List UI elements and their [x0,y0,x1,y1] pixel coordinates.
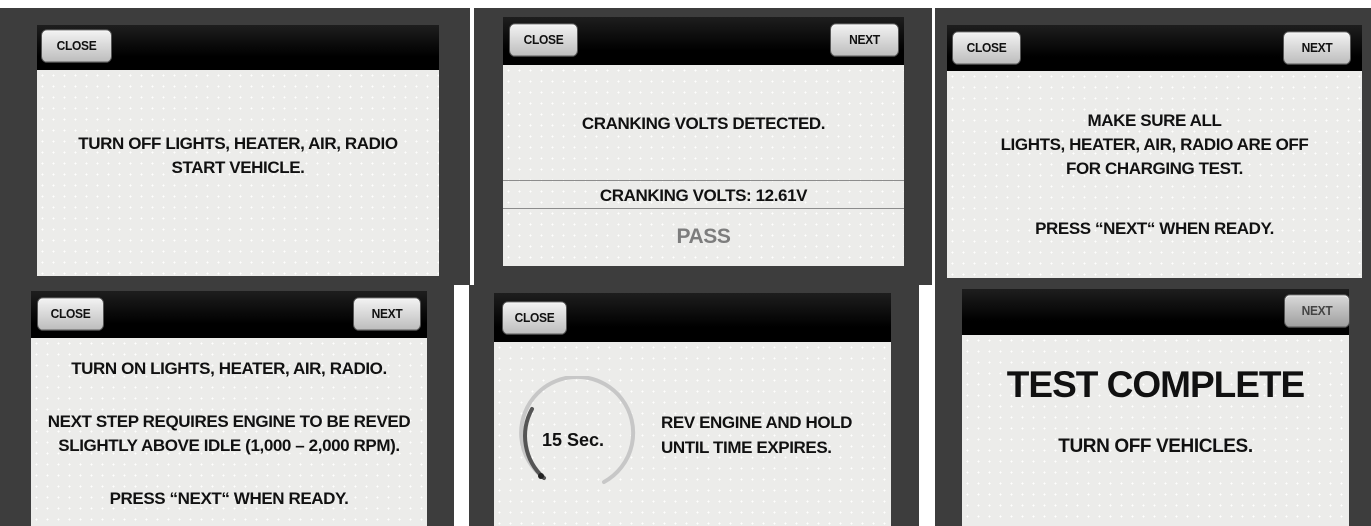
close-button[interactable]: CLOSE [502,301,567,335]
screen-body: TURN ON LIGHTS, HEATER, AIR, RADIO. NEXT… [31,338,427,526]
screen-body: 15 Sec. REV ENGINE AND HOLD UNTIL TIME E… [494,342,891,526]
close-button[interactable]: CLOSE [952,31,1021,65]
screen-turn-on-accessories: CLOSE NEXT TURN ON LIGHTS, HEATER, AIR, … [0,285,454,526]
instruction-text: TURN OFF VEHICLES. [1058,436,1253,457]
close-button[interactable]: CLOSE [509,23,578,57]
screen-cranking-volts: CLOSE NEXT CRANKING VOLTS DETECTED. CRAN… [474,8,932,285]
close-button[interactable]: CLOSE [41,29,112,63]
instruction-text: TURN ON LIGHTS, HEATER, AIR, RADIO. [71,359,387,378]
instruction-text: REV ENGINE AND HOLD UNTIL TIME EXPIRES. [661,413,853,457]
press-next-prompt: PRESS “NEXT“ WHEN READY. [109,489,349,508]
screen-rev-engine: CLOSE 15 Sec. REV ENGINE AND HOLD UNTIL … [469,285,919,526]
screen-test-complete: NEXT TEST COMPLETE TURN OFF VEHICLES. [935,285,1371,526]
screen-turn-off-accessories: CLOSE TURN OFF LIGHTS, HEATER, AIR, RADI… [0,8,470,285]
result-status: PASS [676,225,731,248]
next-button[interactable]: NEXT [1283,31,1351,65]
rpm-requirement-text: NEXT STEP REQUIRES ENGINE TO BE REVED SL… [47,412,411,455]
countdown-timer-label: 15 Sec. [541,430,605,450]
test-complete-title: TEST COMPLETE [1006,364,1305,405]
instruction-text: TURN OFF LIGHTS, HEATER, AIR, RADIO STAR… [78,134,398,177]
next-button[interactable]: NEXT [353,297,421,331]
cranking-volts-reading: CRANKING VOLTS: 12.61V [599,186,808,205]
instruction-text: MAKE SURE ALL LIGHTS, HEATER, AIR, RADIO… [1000,111,1309,178]
screen-charging-test-prep: CLOSE NEXT MAKE SURE ALL LIGHTS, HEATER,… [935,8,1371,285]
screen-body: MAKE SURE ALL LIGHTS, HEATER, AIR, RADIO… [947,71,1362,278]
next-button[interactable]: NEXT [830,23,899,57]
detection-message: CRANKING VOLTS DETECTED. [581,114,826,133]
divider [503,208,904,209]
divider [503,180,904,181]
screen-body: CRANKING VOLTS DETECTED. CRANKING VOLTS:… [503,65,904,266]
screen-body: TEST COMPLETE TURN OFF VEHICLES. [962,335,1349,526]
press-next-prompt: PRESS “NEXT“ WHEN READY. [1035,219,1274,238]
close-button[interactable]: CLOSE [37,297,104,331]
screen-body: TURN OFF LIGHTS, HEATER, AIR, RADIO STAR… [37,70,439,276]
next-button[interactable]: NEXT [1284,294,1350,328]
